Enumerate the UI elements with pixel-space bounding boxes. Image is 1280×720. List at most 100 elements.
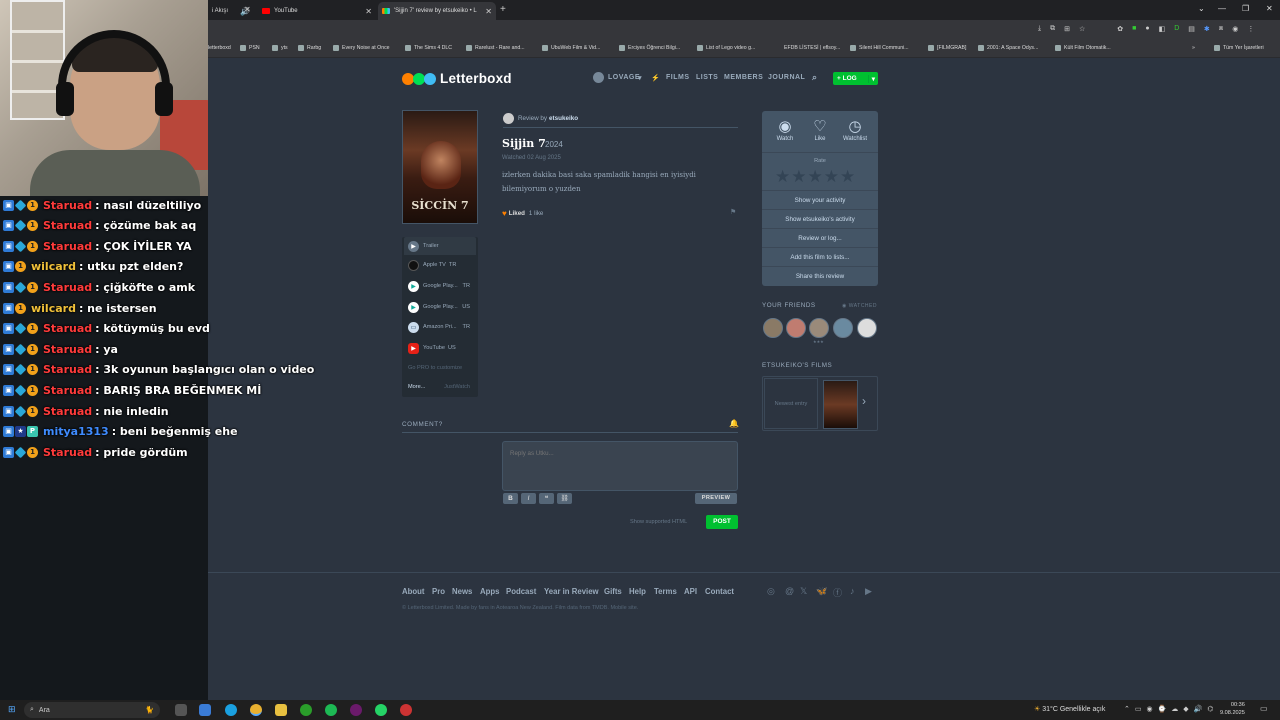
- bookmark[interactable]: Silent Hill Communi...: [850, 45, 909, 51]
- author-avatar[interactable]: [503, 113, 514, 124]
- youtube-icon[interactable]: ▶: [865, 586, 872, 597]
- bold-button[interactable]: B: [503, 493, 518, 504]
- link-button[interactable]: ⛓: [557, 493, 572, 504]
- bell-icon[interactable]: 🔔: [729, 419, 739, 428]
- bookmark[interactable]: Rarbg: [298, 45, 321, 51]
- film-title[interactable]: Sijjin 7: [502, 137, 546, 150]
- new-tab-icon[interactable]: +: [500, 4, 506, 15]
- bookmark[interactable]: Kült Film Otomatik...: [1055, 45, 1111, 51]
- extensions-puzzle-icon[interactable]: ⧈: [1219, 25, 1223, 33]
- close-icon[interactable]: ✕: [365, 7, 372, 16]
- taskbar-clock[interactable]: 00:36 9.08.2025: [1220, 701, 1245, 717]
- preview-button[interactable]: PREVIEW: [695, 493, 737, 504]
- nav-members[interactable]: MEMBERS: [724, 74, 763, 81]
- italic-button[interactable]: I: [521, 493, 536, 504]
- log-button[interactable]: + LOG ▾: [833, 72, 878, 85]
- edge-icon[interactable]: [225, 704, 237, 716]
- bookmark-star-icon[interactable]: ☆: [1079, 25, 1085, 33]
- bookmark[interactable]: The Sims 4 DLC: [405, 45, 452, 51]
- chevron-down-icon[interactable]: ▾: [638, 74, 642, 82]
- close-window-icon[interactable]: ✕: [1266, 4, 1273, 13]
- minimize-icon[interactable]: —: [1218, 4, 1226, 13]
- bookmark-folder[interactable]: Tüm Yer İşaretleri: [1214, 45, 1264, 51]
- footer-link-news[interactable]: News: [452, 587, 472, 596]
- watchlist-action[interactable]: ◷ Watchlist: [835, 118, 875, 142]
- nav-films[interactable]: FILMS: [666, 74, 690, 81]
- footer-link-help[interactable]: Help: [629, 587, 646, 596]
- footer-link-api[interactable]: API: [684, 587, 697, 596]
- extension-icon[interactable]: ▤: [1188, 25, 1195, 33]
- opera-gx-icon[interactable]: [350, 704, 362, 716]
- task-view-icon[interactable]: [175, 704, 187, 716]
- quote-button[interactable]: ❝: [539, 493, 554, 504]
- friend-avatar[interactable]: [857, 318, 877, 338]
- activity-icon[interactable]: ⚡: [651, 74, 660, 82]
- windows-start-icon[interactable]: ⊞: [8, 704, 16, 715]
- x-icon[interactable]: 𝕏: [800, 586, 807, 597]
- system-tray-icons[interactable]: ⌃▭◉⌚☁◆🔊⌬: [1124, 705, 1219, 713]
- extension-icon[interactable]: ✿: [1117, 25, 1123, 33]
- service-google-play[interactable]: ▶ Google Play... TR: [404, 277, 476, 295]
- spotify-icon[interactable]: [325, 704, 337, 716]
- friends-heading[interactable]: YOUR FRIENDS: [762, 302, 816, 309]
- film-year[interactable]: 2024: [545, 140, 563, 149]
- friend-avatar[interactable]: [763, 318, 783, 338]
- copilot-icon[interactable]: [199, 704, 211, 716]
- reply-input[interactable]: [502, 441, 738, 491]
- xbox-icon[interactable]: [300, 704, 312, 716]
- show-author-activity-link[interactable]: Show etsukeiko's activity: [762, 209, 878, 228]
- chevron-right-icon[interactable]: ›: [862, 394, 866, 408]
- chevron-down-icon[interactable]: ▾: [867, 74, 875, 83]
- user-avatar[interactable]: [593, 72, 604, 83]
- service-youtube[interactable]: ▶ YouTube US: [404, 339, 476, 357]
- browser-tab[interactable]: YouTube ✕: [258, 2, 376, 20]
- bookmark[interactable]: PSN: [240, 45, 260, 51]
- bookmark[interactable]: Rarelust - Rare and...: [466, 45, 525, 51]
- author-films-heading[interactable]: ETSUKEIKO'S FILMS: [762, 362, 832, 369]
- review-or-log-link[interactable]: Review or log...: [762, 228, 878, 247]
- close-icon[interactable]: ✕: [485, 7, 492, 16]
- post-button[interactable]: POST: [706, 515, 738, 529]
- instagram-icon[interactable]: ◎: [767, 586, 775, 597]
- footer-link-gifts[interactable]: Gifts: [604, 587, 622, 596]
- supported-html-link[interactable]: Show supported HTML: [630, 519, 687, 525]
- film-poster-thumb[interactable]: [823, 380, 858, 429]
- browser-tab-active[interactable]: 'Sijjin 7' review by etsukeiko • L ✕: [378, 2, 496, 20]
- download-icon[interactable]: ⤓: [1038, 25, 1041, 33]
- file-explorer-icon[interactable]: [275, 704, 287, 716]
- more-link[interactable]: More...: [408, 384, 425, 390]
- friend-avatar[interactable]: [786, 318, 806, 338]
- nav-user-menu[interactable]: LOVAGE: [608, 74, 640, 81]
- bookmarks-overflow-icon[interactable]: »: [1192, 45, 1195, 51]
- bookmark[interactable]: yts: [272, 45, 288, 51]
- nav-lists[interactable]: LISTS: [696, 74, 718, 81]
- footer-link-podcast[interactable]: Podcast: [506, 587, 536, 596]
- translate-icon[interactable]: ⊞: [1064, 25, 1070, 33]
- show-your-activity-link[interactable]: Show your activity: [762, 190, 878, 209]
- weather-widget[interactable]: ☀ 31°C Genellikle açık: [1034, 705, 1105, 713]
- obs-icon[interactable]: [400, 704, 412, 716]
- bookmark[interactable]: [FILMGRAB]: [928, 45, 966, 51]
- menu-dots-icon[interactable]: ⋮: [1247, 25, 1254, 33]
- footer-link-apps[interactable]: Apps: [480, 587, 500, 596]
- film-poster[interactable]: SİCCİN 7: [402, 110, 478, 224]
- like-action[interactable]: ♡ Like: [800, 118, 840, 142]
- footer-link-year-in-review[interactable]: Year in Review: [544, 587, 599, 596]
- service-amazon-prime[interactable]: ▭ Amazon Pri... TR: [404, 318, 476, 336]
- add-to-lists-link[interactable]: Add this film to lists...: [762, 247, 878, 266]
- justwatch-link[interactable]: JustWatch: [444, 384, 470, 390]
- address-bar[interactable]: ⤓ ⧉ ⊞ ☆ ✿ ■ ● ◧ D ▤ ✱ ⧈ ◉ ⋮: [208, 20, 1280, 42]
- footer-link-terms[interactable]: Terms: [654, 587, 677, 596]
- search-icon[interactable]: ⌕: [812, 72, 818, 83]
- facebook-icon[interactable]: ⓕ: [833, 586, 842, 599]
- notifications-icon[interactable]: ▭: [1260, 704, 1268, 713]
- close-icon[interactable]: ✕: [244, 5, 251, 14]
- bluesky-icon[interactable]: 🦋: [816, 586, 827, 597]
- whatsapp-icon[interactable]: [375, 704, 387, 716]
- profile-icon[interactable]: ◉: [1232, 25, 1238, 33]
- bookmark[interactable]: EFDB LİSTESİ | eflsoy...: [784, 45, 840, 51]
- service-apple-tv[interactable]: Apple TV TR: [404, 256, 476, 274]
- share-review-link[interactable]: Share this review: [762, 266, 878, 285]
- extension-icon[interactable]: ■: [1132, 25, 1136, 33]
- bookmark[interactable]: UbuWeb Film & Vid...: [542, 45, 600, 51]
